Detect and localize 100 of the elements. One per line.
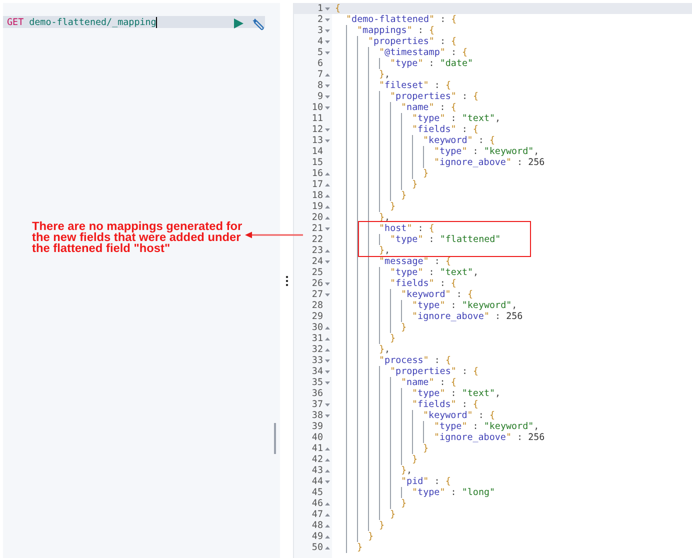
code-line: "name" : {: [332, 102, 692, 113]
line-number: 50: [312, 542, 323, 553]
code-line: }: [332, 190, 692, 201]
caret-up-icon[interactable]: [325, 458, 330, 462]
play-icon[interactable]: [233, 18, 244, 29]
caret-up-icon[interactable]: [325, 248, 330, 252]
line-number: 31: [312, 333, 323, 344]
line-number: 32: [312, 344, 323, 355]
code-line: "properties" : {: [332, 91, 692, 102]
caret-down-icon[interactable]: [325, 28, 330, 32]
caret-down-icon[interactable]: [325, 94, 330, 98]
caret-up-icon[interactable]: [325, 348, 330, 352]
caret-up-icon[interactable]: [325, 468, 330, 472]
caret-down-icon[interactable]: [325, 106, 330, 110]
splitter-handle[interactable]: [286, 276, 288, 286]
line-number: 27: [312, 289, 323, 300]
text-cursor: [156, 16, 158, 28]
caret-up-icon[interactable]: [325, 216, 330, 220]
code-line: "fields" : {: [332, 399, 692, 410]
line-number: 17: [312, 179, 323, 190]
code-line: "properties" : {: [332, 366, 692, 377]
line-number: 30: [312, 322, 323, 333]
caret-down-icon[interactable]: [325, 292, 330, 296]
code-line: },: [332, 245, 692, 256]
line-number: 15: [312, 157, 323, 168]
line-number: 34: [312, 366, 323, 377]
line-number: 6: [317, 58, 323, 69]
caret-up-icon[interactable]: [325, 204, 330, 208]
caret-down-icon[interactable]: [325, 282, 330, 286]
caret-up-icon[interactable]: [325, 172, 330, 176]
caret-up-icon[interactable]: [325, 534, 330, 538]
caret-down-icon[interactable]: [325, 84, 330, 88]
code-line: "type" : "date": [332, 58, 692, 69]
caret-down-icon[interactable]: [325, 6, 330, 10]
caret-down-icon[interactable]: [325, 380, 330, 384]
line-number: 22: [312, 234, 323, 245]
line-number: 20: [312, 212, 323, 223]
code-line: },: [332, 69, 692, 80]
code-line: "demo-flattened" : {: [345, 14, 458, 25]
caret-down-icon[interactable]: [325, 40, 330, 44]
caret-up-icon[interactable]: [325, 336, 330, 340]
request-method: GET: [6, 16, 24, 28]
line-number: 7: [317, 69, 323, 80]
code-line: "type" : "keyword",: [332, 300, 692, 311]
caret-down-icon[interactable]: [325, 50, 330, 54]
caret-down-icon[interactable]: [325, 18, 330, 22]
caret-up-icon[interactable]: [325, 512, 330, 516]
code-line: "message" : {: [332, 256, 692, 267]
caret-up-icon[interactable]: [325, 194, 330, 198]
line-number: 23: [312, 245, 323, 256]
line-number: 33: [312, 355, 323, 366]
caret-down-icon[interactable]: [325, 128, 330, 132]
line-number: 47: [312, 509, 323, 520]
caret-down-icon[interactable]: [325, 414, 330, 418]
caret-down-icon[interactable]: [325, 226, 330, 230]
caret-up-icon[interactable]: [325, 446, 330, 450]
line-number: 26: [312, 278, 323, 289]
line-number: 2: [317, 14, 323, 25]
line-number: 21: [312, 223, 323, 234]
code-line: }: [332, 179, 692, 190]
code-line: "fields" : {: [332, 124, 692, 135]
line-number: 1: [317, 3, 323, 14]
line-number: 42: [312, 454, 323, 465]
caret-down-icon[interactable]: [325, 402, 330, 406]
code-line: }: [332, 443, 692, 454]
caret-up-icon[interactable]: [325, 546, 330, 550]
line-number: 5: [317, 47, 323, 58]
line-number: 37: [312, 399, 323, 410]
caret-up-icon[interactable]: [325, 72, 330, 76]
code-line: "type" : "text",: [332, 113, 692, 124]
line-number: 38: [312, 410, 323, 421]
code-line: "fields" : {: [332, 278, 692, 289]
code-line: "ignore_above" : 256: [332, 432, 692, 443]
code-line: }: [332, 454, 692, 465]
caret-down-icon[interactable]: [325, 260, 330, 264]
line-number: 45: [312, 487, 323, 498]
caret-up-icon[interactable]: [325, 524, 330, 528]
caret-down-icon[interactable]: [325, 370, 330, 374]
caret-up-icon[interactable]: [325, 326, 330, 330]
line-number: 25: [312, 267, 323, 278]
line-number: 9: [317, 91, 323, 102]
caret-down-icon[interactable]: [325, 138, 330, 142]
caret-up-icon[interactable]: [325, 502, 330, 506]
line-number: 29: [312, 311, 323, 322]
code-line: "ignore_above" : 256: [332, 311, 692, 322]
code-line: "keyword" : {: [332, 410, 692, 421]
caret-down-icon[interactable]: [325, 358, 330, 362]
code-line: }: [332, 168, 692, 179]
line-number: 46: [312, 498, 323, 509]
code-line: }: [332, 542, 692, 553]
line-number: 8: [317, 80, 323, 91]
request-path[interactable]: demo-flattened/_mapping: [29, 16, 156, 28]
line-number: 28: [312, 300, 323, 311]
caret-up-icon[interactable]: [325, 182, 330, 186]
code-line: "fileset" : {: [332, 80, 692, 91]
scroll-thumb[interactable]: [274, 423, 276, 454]
caret-down-icon[interactable]: [325, 480, 330, 484]
line-number: 40: [312, 432, 323, 443]
code-line: "keyword" : {: [332, 289, 692, 300]
line-number: 43: [312, 465, 323, 476]
